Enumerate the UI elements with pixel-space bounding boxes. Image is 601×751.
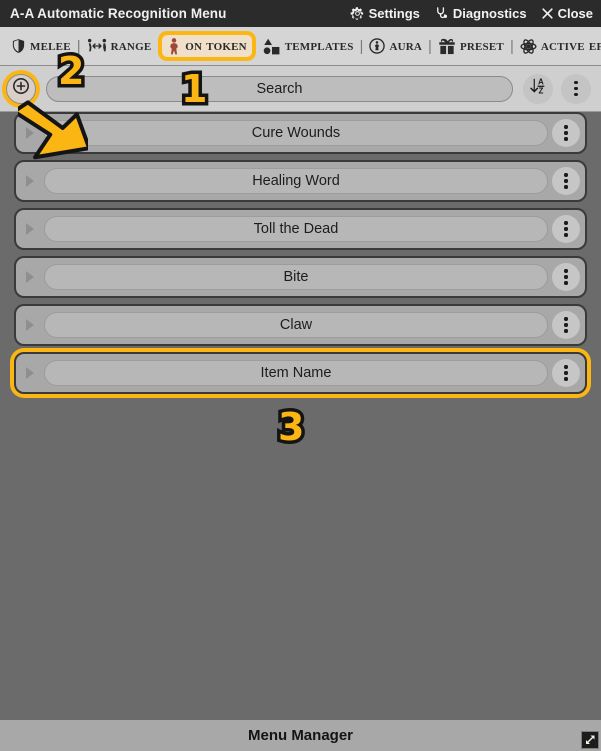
kebab-menu-icon — [574, 80, 578, 97]
range-icon — [87, 38, 107, 54]
svg-text:A: A — [538, 78, 544, 87]
tab-active-effects[interactable]: Active Effects — [515, 35, 601, 57]
person-icon — [167, 37, 181, 55]
list-item[interactable]: Bite — [14, 256, 587, 298]
tab-templates-label: Templates — [284, 37, 354, 54]
tab-bar: Melee | Range | On Token | Template — [0, 27, 601, 66]
item-name-label: Cure Wounds — [251, 125, 341, 141]
list-item[interactable]: Cure Wounds — [14, 112, 587, 154]
tab-active-effects-label: Active Effects — [540, 37, 601, 54]
svg-text:Z: Z — [538, 87, 543, 96]
search-placeholder: Search — [256, 80, 303, 97]
list-item[interactable]: Healing Word — [14, 160, 587, 202]
tab-range[interactable]: Range — [82, 35, 157, 57]
tab-aura[interactable]: Aura — [364, 35, 427, 57]
item-overflow-menu-button[interactable] — [552, 119, 580, 147]
tab-aura-label: Aura — [389, 37, 423, 54]
item-overflow-menu-button[interactable] — [552, 359, 580, 387]
tab-separator: | — [252, 37, 257, 55]
item-name-input[interactable]: Cure Wounds — [44, 120, 548, 146]
page-title: A-A Automatic Recognition Menu — [10, 6, 227, 21]
gift-icon — [438, 38, 456, 55]
item-name-label: Toll the Dead — [253, 221, 339, 237]
item-name-input[interactable]: Healing Word — [44, 168, 548, 194]
close-label: Close — [557, 6, 593, 21]
item-name-label: Claw — [279, 317, 313, 333]
stethoscope-icon — [434, 6, 449, 21]
item-overflow-menu-button[interactable] — [552, 263, 580, 291]
kebab-menu-icon — [564, 269, 568, 285]
kebab-menu-icon — [564, 173, 568, 189]
item-overflow-menu-button[interactable] — [552, 311, 580, 339]
item-name-input[interactable]: Bite — [44, 264, 548, 290]
titlebar-actions: Settings Diagnostics Close — [350, 6, 593, 21]
sort-az-icon: A Z — [528, 76, 548, 101]
item-list: Cure Wounds Healing Word Toll the Dead Bite… — [0, 112, 601, 714]
plus-icon — [12, 77, 30, 100]
sort-az-button[interactable]: A Z — [523, 73, 553, 104]
shapes-icon — [263, 38, 281, 55]
expand-triangle-icon[interactable] — [20, 166, 40, 196]
tab-on-token-label: On Token — [185, 37, 247, 54]
settings-label: Settings — [368, 6, 420, 21]
tab-range-label: Range — [110, 37, 152, 54]
toolbar-overflow-menu-button[interactable] — [561, 73, 591, 104]
kebab-menu-icon — [564, 221, 568, 237]
kebab-menu-icon — [564, 365, 568, 381]
shield-icon — [11, 38, 26, 54]
search-input[interactable]: Search — [46, 75, 513, 102]
item-overflow-menu-button[interactable] — [552, 215, 580, 243]
window-titlebar: A-A Automatic Recognition Menu Settings … — [0, 0, 601, 27]
diagnostics-label: Diagnostics — [452, 6, 527, 21]
item-name-input[interactable]: Toll the Dead — [44, 216, 548, 242]
expand-triangle-icon[interactable] — [20, 262, 40, 292]
list-item[interactable]: Item Name — [14, 352, 587, 394]
list-item[interactable]: Toll the Dead — [14, 208, 587, 250]
item-overflow-menu-button[interactable] — [552, 167, 580, 195]
item-name-label: Healing Word — [252, 173, 340, 189]
kebab-menu-icon — [564, 125, 568, 141]
tab-melee-label: Melee — [30, 37, 71, 54]
item-name-label: Bite — [283, 269, 309, 285]
diagnostics-button[interactable]: Diagnostics — [434, 6, 527, 21]
kebab-menu-icon — [564, 317, 568, 333]
footer-label: Menu Manager — [247, 727, 353, 744]
tab-melee[interactable]: Melee — [6, 35, 76, 57]
tab-separator: | — [509, 37, 514, 55]
expand-triangle-icon[interactable] — [20, 214, 40, 244]
atom-icon — [520, 38, 537, 55]
gear-icon — [350, 6, 365, 21]
item-name-label: Item Name — [260, 365, 332, 381]
tab-preset[interactable]: Preset — [433, 35, 509, 57]
tab-templates[interactable]: Templates — [258, 35, 359, 57]
aura-icon — [369, 38, 386, 54]
footer-bar: Menu Manager — [0, 717, 601, 751]
resize-handle-icon[interactable] — [581, 731, 599, 749]
expand-triangle-icon[interactable] — [20, 358, 40, 388]
tab-preset-label: Preset — [459, 37, 504, 54]
expand-triangle-icon[interactable] — [20, 118, 40, 148]
tab-separator: | — [76, 37, 81, 55]
item-name-input[interactable]: Item Name — [44, 360, 548, 386]
item-name-input[interactable]: Claw — [44, 312, 548, 338]
settings-button[interactable]: Settings — [350, 6, 420, 21]
close-icon — [541, 7, 554, 20]
list-item[interactable]: Claw — [14, 304, 587, 346]
search-toolbar: Search A Z — [0, 66, 601, 112]
add-button[interactable] — [6, 73, 36, 104]
expand-triangle-icon[interactable] — [20, 310, 40, 340]
close-button[interactable]: Close — [541, 6, 593, 21]
tab-on-token[interactable]: On Token — [162, 35, 252, 57]
